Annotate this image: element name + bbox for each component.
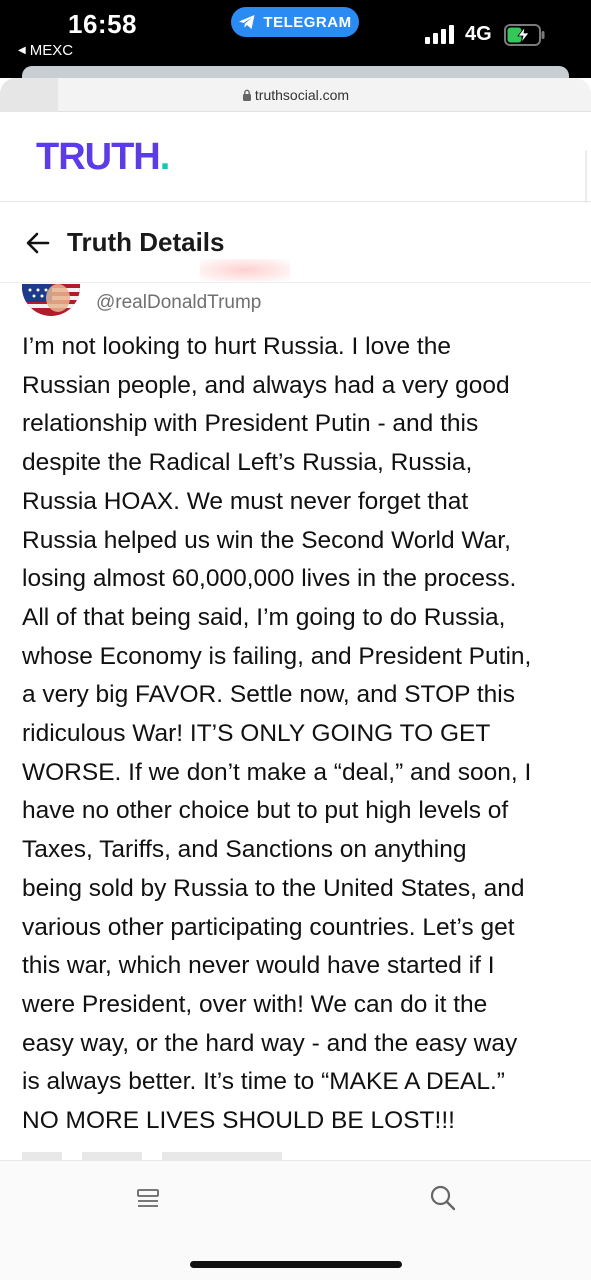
post-line: relationship with President Putin - and … [22,410,479,438]
post-line: easy way, or the hard way - and the easy… [22,1029,518,1057]
search-icon[interactable] [428,1183,458,1213]
post-line: All of that being said, I’m going to do … [22,603,506,631]
blurred-display-name [200,259,290,281]
url-text: truthsocial.com [254,87,350,103]
cellular-signal-icon [425,24,457,44]
scrollbar[interactable] [585,150,587,208]
post-line: a very big FAVOR. Settle now, and STOP t… [22,681,515,709]
back-to-app-link[interactable]: ◀ MEXC [18,42,73,59]
post-line: NO MORE LIVES SHOULD BE LOST!!! [22,1107,455,1135]
screen: 16:58 ◀ MEXC TELEGRAM 4G truthsocial.com… [0,0,591,1280]
arrow-left-icon[interactable] [25,230,51,256]
post-line: have no other choice but to put high lev… [22,797,509,825]
page-title: Truth Details [67,227,225,257]
truth-logo[interactable]: TRUTH. [36,136,171,179]
details-header: Truth Details [0,203,591,283]
telegram-pill-label: TELEGRAM [263,13,352,31]
avatar[interactable] [22,284,80,316]
post-line: whose Economy is failing, and President … [22,642,532,670]
post-line: despite the Radical Left’s Russia, Russi… [22,449,473,477]
logo-text: TRUTH [36,136,161,178]
post-line: Russian people, and always had a very go… [22,371,510,399]
post-text: I’m not looking to hurt Russia. I love t… [22,328,572,1141]
post-line: losing almost 60,000,000 lives in the pr… [22,565,517,593]
post-line: is always better. It’s time to “MAKE A D… [22,1068,505,1096]
status-time: 16:58 [68,9,137,39]
back-triangle-icon: ◀ [18,45,26,56]
post-author-handle[interactable]: @realDonaldTrump [96,292,261,314]
lock-icon [242,89,251,101]
menu-icon[interactable] [134,1185,162,1213]
post-line: various other participating countries. L… [22,913,515,941]
post-line: I’m not looking to hurt Russia. I love t… [22,333,451,360]
post-line: WORSE. If we don’t make a “deal,” and so… [22,758,532,786]
network-type: 4G [465,23,492,45]
back-app-label: MEXC [29,42,74,59]
post-line: ridiculous War! IT’S ONLY GOING TO GET [22,720,491,748]
avatar-image [22,284,80,316]
site-header: TRUTH. [0,112,591,202]
post-line: were President, over with! We can do it … [22,990,488,1018]
logo-dot: . [159,136,171,178]
telegram-pill[interactable]: TELEGRAM [231,7,359,37]
post-line: this war, which never would have started… [22,952,495,980]
post-line: Taxes, Tariffs, and Sanctions on anythin… [22,836,467,864]
post-line: Russia HOAX. We must never forget that [22,487,469,515]
battery-charging-icon [504,24,545,46]
home-indicator[interactable] [190,1261,402,1268]
address-bar[interactable]: truthsocial.com [0,78,591,112]
address-url[interactable]: truthsocial.com [0,87,591,103]
post-line: being sold by Russia to the United State… [22,874,525,902]
post-line: Russia helped us win the Second World Wa… [22,526,511,554]
telegram-icon [239,15,255,29]
